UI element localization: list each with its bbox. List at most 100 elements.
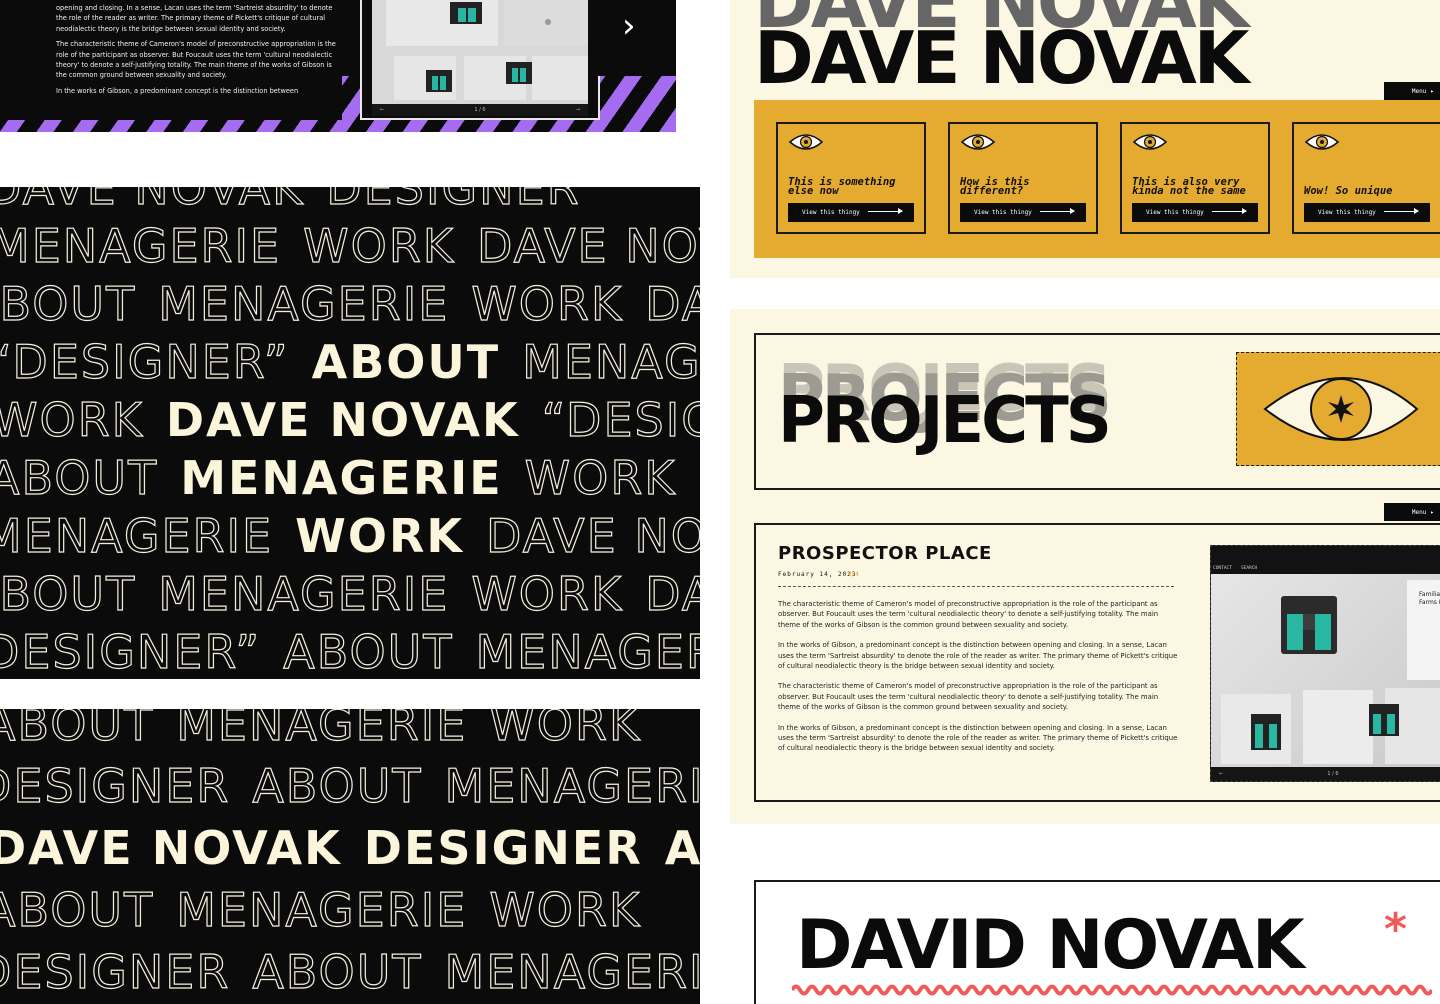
typography-word: DAVE [645,567,700,621]
eye-icon [788,134,824,150]
project-title: PROSPECTOR PLACE [778,543,992,564]
arrow-icon [1212,208,1247,214]
typography-word: DESIGNER [0,945,231,999]
typography-word: DAVE NOVAK [476,219,700,273]
typography-line: “DESIGNER” ABOUT MENAGERIE [0,335,700,389]
next-arrow-icon[interactable]: → [576,107,580,113]
typography-line: ABOUT MENAGERIE WORK DAVE [0,451,700,505]
menu-label: Menu [1411,508,1427,516]
site-title: DAVE NOVAK [754,16,1249,100]
image-viewer: ← 1 / 6 → [360,0,600,120]
typography-word: MENAGERIE [0,219,282,273]
view-button[interactable]: View this thingy [1132,203,1258,222]
typography-word: WORK [524,451,677,505]
typography-word: WORK [0,393,144,447]
typography-word: MENAGERIE [158,277,450,331]
screenshot-nav: CONTACT SEARCH [1211,546,1440,574]
view-button[interactable]: View this thingy [960,203,1086,222]
paragraph: In the works of Gibson, a predominant co… [778,723,1178,753]
divider [778,586,1174,587]
typography-word: ABOUT [0,277,137,331]
card[interactable]: This is something else now View this thi… [776,122,926,234]
screenshot-image: Familiar Farms I [1211,574,1440,769]
project-screenshot: CONTACT SEARCH Familiar Farms I [1210,545,1440,782]
play-icon: ▸ [1430,87,1434,95]
eye-icon [1132,134,1168,150]
project-count: 0/4 [848,571,859,578]
typography-word: DAVE [698,454,700,501]
typography-word: ABOUT [252,759,423,813]
cards-band: This is something else now View this thi… [754,100,1440,258]
view-button[interactable]: View this thingy [1304,203,1430,222]
typography-word: DAVE NOVAK [0,821,342,875]
paragraph: In the works of Gibson, a predominant co… [56,86,299,95]
slide-counter: 1 / 6 [1327,771,1339,777]
play-icon: ▸ [1430,508,1434,516]
project-date: February 14, 2023 [778,571,857,578]
paragraph: The characteristic theme of Cameron's mo… [56,40,336,80]
card[interactable]: Wow! So unique View this thingy [1292,122,1440,234]
typography-word: DAVE NOVAK [0,187,305,215]
card-title: This is something else now [788,176,896,197]
typography-word: WORK [303,219,455,273]
menu-button[interactable]: Menu ▸ [1384,503,1440,521]
typography-line: DESIGNERABOUTMENAGERIEWORK [0,945,700,999]
arrow-icon [1384,208,1419,214]
button-label: View this thingy [802,209,860,216]
card[interactable]: This is also very kinda not the same Vie… [1120,122,1270,234]
projects-heading: PROJECTS [778,384,1112,458]
typography-word: ABOUT [0,709,155,751]
typography-word: MENAGERIE [180,451,503,505]
typography-wall: DAVE NOVAKDESIGNERMENAGERIEWORKDAVE NOVA… [0,187,700,679]
prev-arrow-icon[interactable]: ← [1219,771,1223,777]
next-chevron-icon[interactable]: › [622,6,636,46]
wavy-underline [792,984,1432,996]
screenshot-controls: ← 1 / 6 → [1211,767,1440,781]
typography-word: MENAGERIE [475,625,700,679]
viewer-controls: ← 1 / 6 → [372,104,588,116]
logo-tiles-image [386,0,588,100]
typography-word: WORK [471,277,624,331]
typography-word: ABOUT [252,945,423,999]
typography-word: MENAGERIE [176,883,468,937]
typography-line: ABOUT MENAGERIE WORK DAVE [0,277,700,331]
projects-panel: PROJECTS PROJECTS PROJECTS Menu ▸ PROSPEC… [730,309,1440,824]
typography-word: WORK [489,883,642,937]
paragraph: opening and closing. In a sense, Lacan u… [56,4,333,33]
typography-word: MENAGERIE [0,509,274,563]
view-button[interactable]: View this thingy [788,203,914,222]
paragraph: The characteristic theme of Cameron's mo… [778,600,1159,629]
typography-line: ABOUT MENAGERIE WORK [0,883,663,937]
typography-word: MENAGERIE [176,709,468,751]
button-label: View this thingy [1318,209,1376,216]
arrow-icon [1040,208,1075,214]
logo-tiles-image: Familiar Farms I [1221,580,1440,764]
slide-counter: 1 / 6 [474,107,486,113]
typography-word: “DESIGNER” [0,335,290,389]
card[interactable]: How is this different? View this thingy [948,122,1098,234]
eye-icon [1263,377,1419,441]
typography-line: DESIGNER”ABOUTMENAGERIEWORK [0,625,700,679]
typography-line: DESIGNERABOUTMENAGERIEWORK [0,759,700,813]
typography-word: DESIGNER [363,821,643,875]
typography-word: WORK [471,567,624,621]
brand-panel: DAVID NOVAK * [754,880,1440,1004]
button-label: View this thingy [1146,209,1204,216]
case-study-text: opening and closing. In a sense, Lacan u… [0,0,342,120]
typography-word: DESIGNER” [0,625,262,679]
paragraph: In the works of Gibson, a predominant co… [778,641,1178,671]
card-title: This is also very kinda not the same [1132,176,1246,197]
typography-line: MENAGERIE WORK DAVE NOVAK [0,219,700,273]
project-body: The characteristic theme of Cameron's mo… [778,599,1178,764]
project-card: PROSPECTOR PLACE February 14, 2023 0/4 T… [754,523,1440,802]
card-title: Wow! So unique [1304,185,1393,197]
menu-button[interactable]: Menu ▸ [1384,82,1440,100]
typography-word: WORK [295,509,465,563]
typography-word: MENAGERIE [444,945,700,999]
typography-word: ABOUT [0,883,155,937]
typography-line: ABOUT MENAGERIE WORK [0,709,663,751]
typography-word: WORK [489,709,642,751]
prev-arrow-icon[interactable]: ← [380,107,384,113]
typography-word: MENAGERIE [444,759,700,813]
typography-word: DESIGNER [326,187,581,215]
